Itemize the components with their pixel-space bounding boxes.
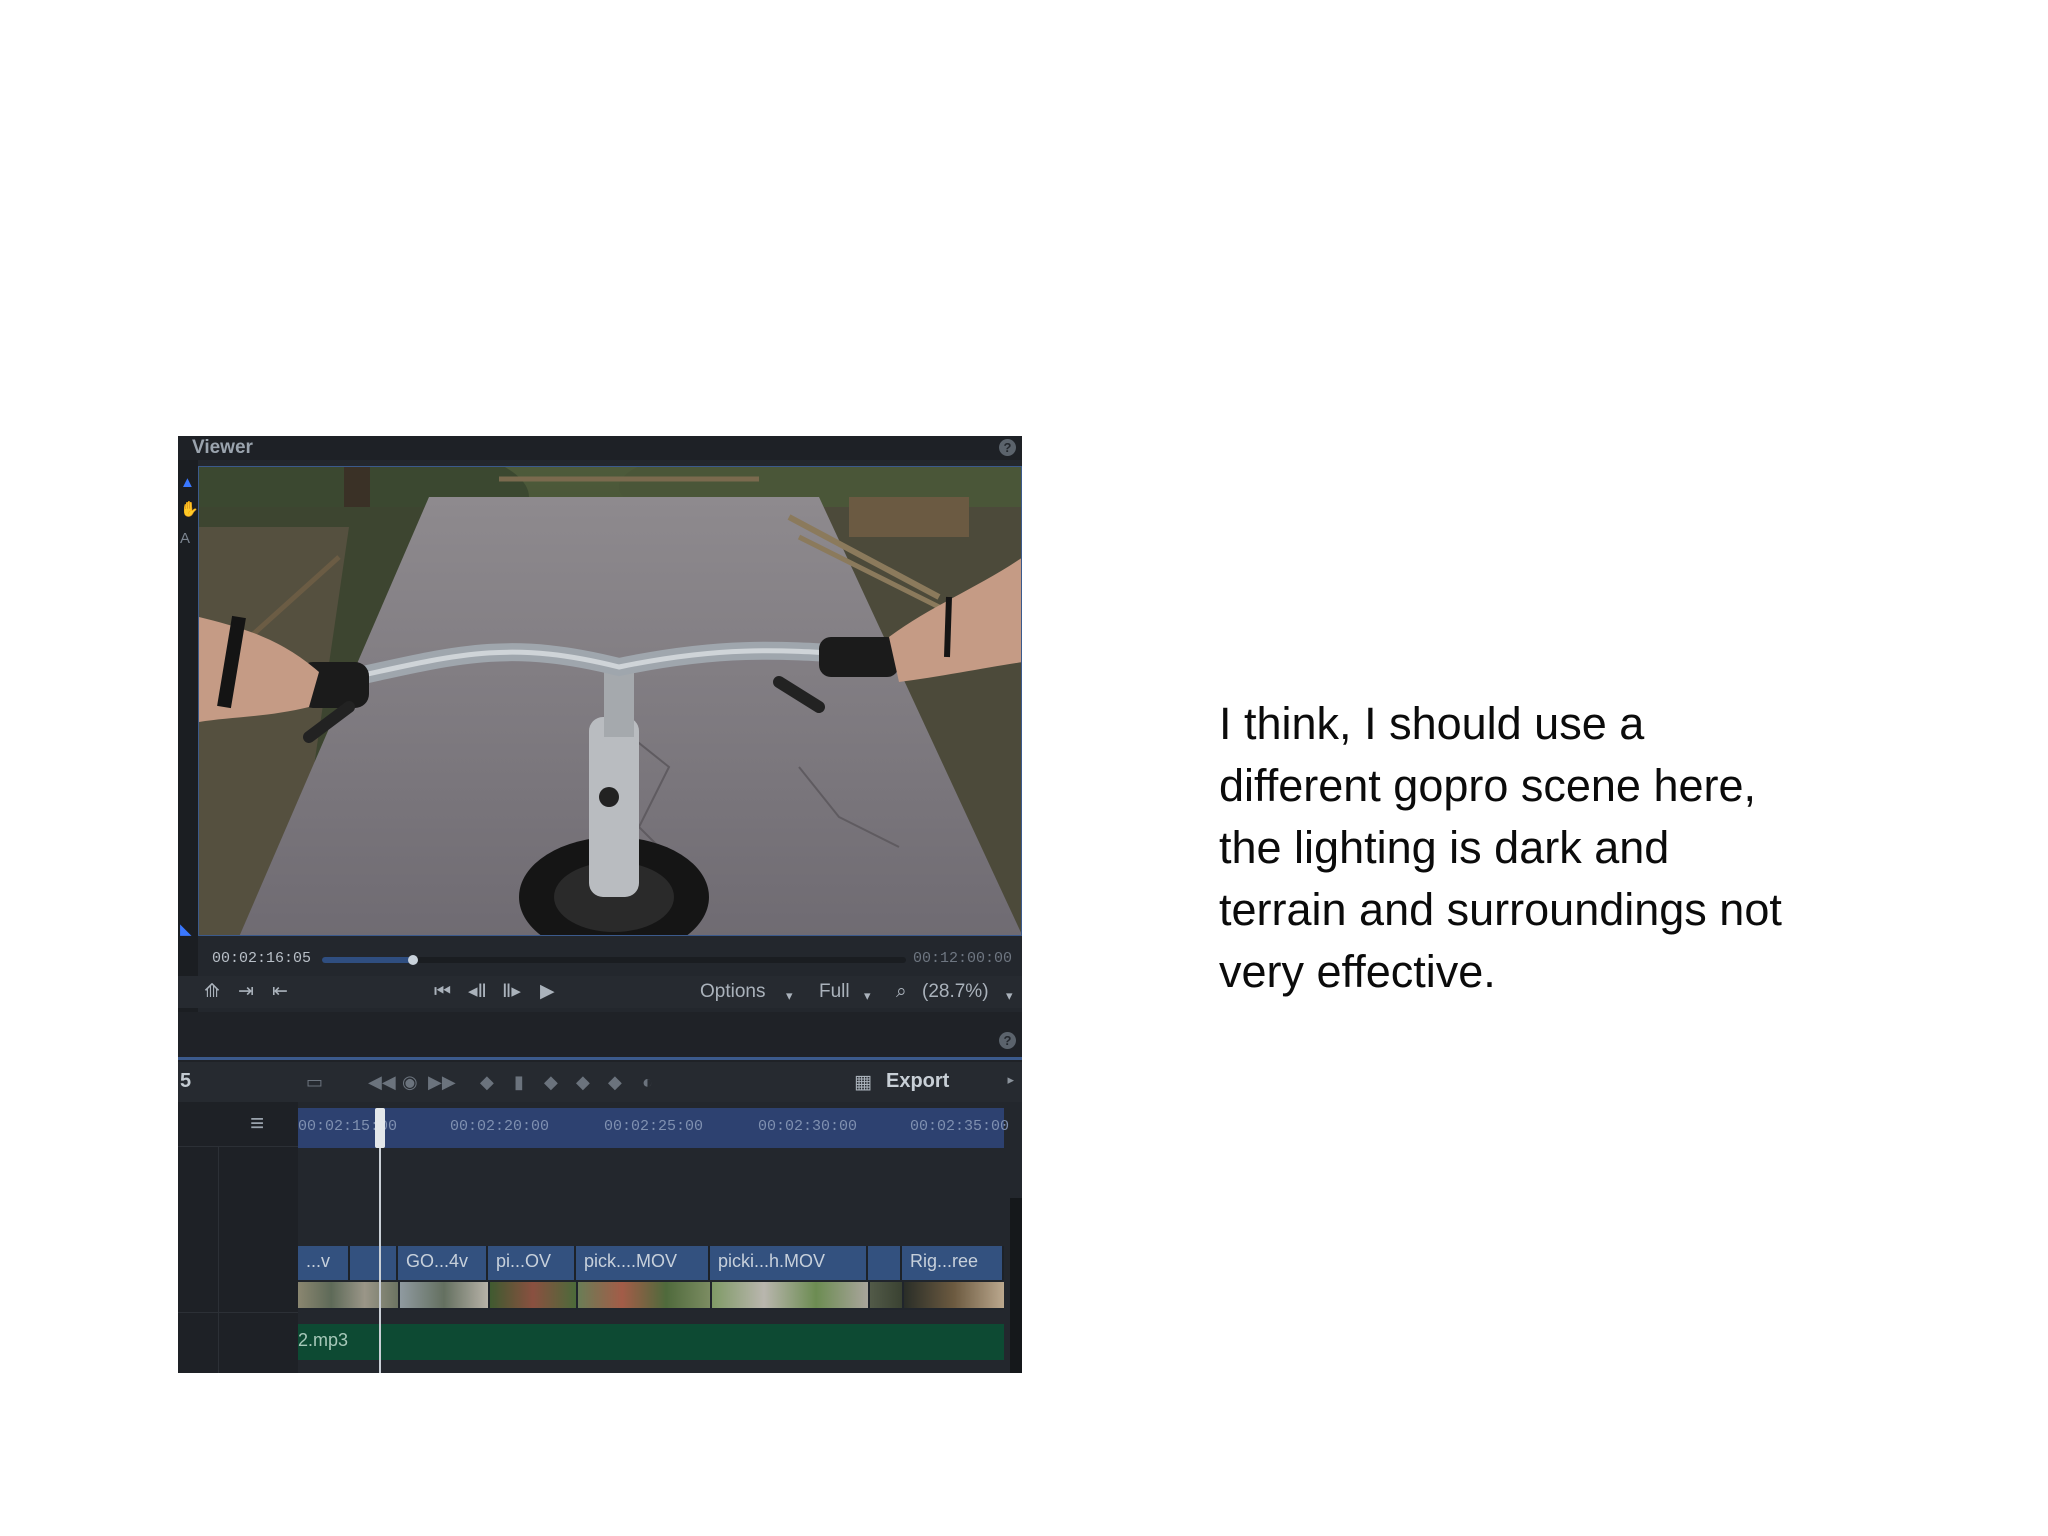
commentary-line: I think, I should use a [1219, 698, 1645, 749]
step-back-icon[interactable]: ◂Ⅱ [468, 980, 487, 1004]
viewer-title: Viewer [192, 437, 253, 458]
clip-label: GO...4v [406, 1251, 469, 1271]
video-clip[interactable]: pi...OV [488, 1246, 576, 1280]
options-menu[interactable]: Options [700, 980, 765, 1004]
video-clip[interactable]: picki...h.MOV [710, 1246, 868, 1280]
prev-keyframe-icon[interactable]: ◀◀ [368, 1072, 396, 1093]
options-dropdown-icon[interactable]: ▾ [786, 984, 793, 1008]
import-icon[interactable]: ⇤ [272, 980, 288, 1004]
clip-label: picki...h.MOV [718, 1251, 826, 1271]
total-timecode: 00:12:00:00 [912, 950, 1012, 967]
video-clip[interactable] [350, 1246, 398, 1280]
commentary-line: very effective. [1219, 946, 1496, 997]
timeline-toolbar: 5 ▭ ◀◀ ◉ ▶▶ ◆ ▮ ◆ ◆ ◆ ◐ ▦ Export ▸ [178, 1062, 1022, 1102]
ease-in-icon[interactable]: ◆ [544, 1072, 558, 1093]
text-tool-icon[interactable]: A [180, 530, 190, 547]
go-to-start-icon[interactable]: ⏮ [434, 980, 451, 1004]
hold-keyframe-icon[interactable]: ▮ [514, 1072, 524, 1093]
timeline-scrollbar[interactable] [1010, 1198, 1022, 1373]
film-icon: ▦ [854, 1072, 872, 1093]
panel-separator [178, 1012, 1022, 1062]
video-clip[interactable]: ...v [298, 1246, 350, 1280]
quality-menu[interactable]: Full [819, 980, 850, 1004]
menu-icon[interactable]: ≡ [250, 1110, 264, 1138]
commentary-line: the lighting is dark and [1219, 822, 1670, 873]
video-clip[interactable]: GO...4v [398, 1246, 488, 1280]
next-keyframe-icon[interactable]: ▶▶ [428, 1072, 456, 1093]
timeline-divider [178, 1057, 1022, 1060]
snapshot-icon[interactable]: ▭ [306, 1072, 323, 1093]
scrub-row: 00:02:16:05 00:12:00:00 [178, 946, 1022, 974]
zoom-level[interactable]: (28.7%) [922, 980, 989, 1004]
play-icon[interactable]: ▶ [540, 980, 555, 1004]
add-keyframe-icon[interactable]: ◉ [402, 1072, 418, 1093]
scrub-progress [322, 957, 413, 963]
scrub-knob[interactable] [407, 955, 418, 965]
ruler-tick: 00:02:30:00 [758, 1118, 858, 1135]
commentary-line: terrain and surroundings not [1219, 884, 1782, 935]
video-clip[interactable] [868, 1246, 902, 1280]
viewer-help-icon[interactable]: ? [999, 439, 1016, 456]
video-preview[interactable] [198, 466, 1022, 936]
track-number: 5 [180, 1070, 192, 1092]
viewer-header: Viewer ? [178, 436, 1022, 460]
export-frame-icon[interactable]: ⇥ [238, 980, 254, 1004]
crop-icon[interactable]: ⟰ [204, 980, 220, 1004]
timeline-ruler[interactable]: 00:02:15:00 00:02:20:00 00:02:25:00 00:0… [298, 1108, 1009, 1148]
video-clip[interactable]: pick....MOV [576, 1246, 710, 1280]
select-tool-icon[interactable]: ▲ [180, 474, 195, 491]
commentary-line: different gopro scene here, [1219, 760, 1757, 811]
ruler-tick: 00:02:35:00 [910, 1118, 1010, 1135]
audio-track[interactable]: 2.mp3 [298, 1324, 1004, 1360]
video-clip[interactable]: Rig...ree [902, 1246, 1004, 1280]
playhead-handle[interactable] [375, 1108, 385, 1148]
zoom-dropdown-icon[interactable]: ▾ [1006, 984, 1013, 1008]
zoom-icon[interactable]: ⌕ [896, 980, 907, 1004]
track-headers: ≡ [178, 1102, 298, 1373]
ruler-tick: 00:02:20:00 [450, 1118, 550, 1135]
video-editor-screenshot: Viewer ? ▲ ✋ A ◣ 00:02:16:05 00:12:00:00… [178, 436, 1022, 1373]
ease-both-icon[interactable]: ◆ [608, 1072, 622, 1093]
keyframe-diamond-icon[interactable]: ◆ [480, 1072, 494, 1093]
step-forward-icon[interactable]: Ⅱ▸ [502, 980, 521, 1004]
scrub-bar[interactable] [322, 955, 906, 965]
commentary-text: I think, I should use a different gopro … [1219, 693, 1899, 1003]
clip-label: pick....MOV [584, 1251, 678, 1271]
export-arrow-icon[interactable]: ▸ [1007, 1072, 1014, 1088]
bike-pov-video-frame [199, 467, 1021, 935]
hand-tool-icon[interactable]: ✋ [180, 500, 199, 518]
clip-label: ...v [306, 1251, 331, 1271]
timeline-help-icon[interactable]: ? [999, 1032, 1016, 1049]
current-timecode: 00:02:16:05 [212, 950, 312, 967]
video-track: ...v GO...4v pi...OV pick....MOV picki..… [298, 1246, 1004, 1310]
export-button[interactable]: Export [886, 1070, 949, 1093]
quality-dropdown-icon[interactable]: ▾ [864, 984, 871, 1008]
clip-label: pi...OV [496, 1251, 552, 1271]
transport-controls: ⟰ ⇥ ⇤ ⏮ ◂Ⅱ Ⅱ▸ ▶ Options ▾ Full ▾ ⌕ (28.7… [178, 976, 1022, 1008]
keyframe-options-icon[interactable]: ◐ [642, 1072, 653, 1093]
audio-clip-label: 2.mp3 [298, 1330, 349, 1350]
clip-label: Rig...ree [910, 1251, 979, 1271]
corner-marker-icon: ◣ [180, 921, 192, 938]
ruler-tick: 00:02:25:00 [604, 1118, 704, 1135]
ease-out-icon[interactable]: ◆ [576, 1072, 590, 1093]
